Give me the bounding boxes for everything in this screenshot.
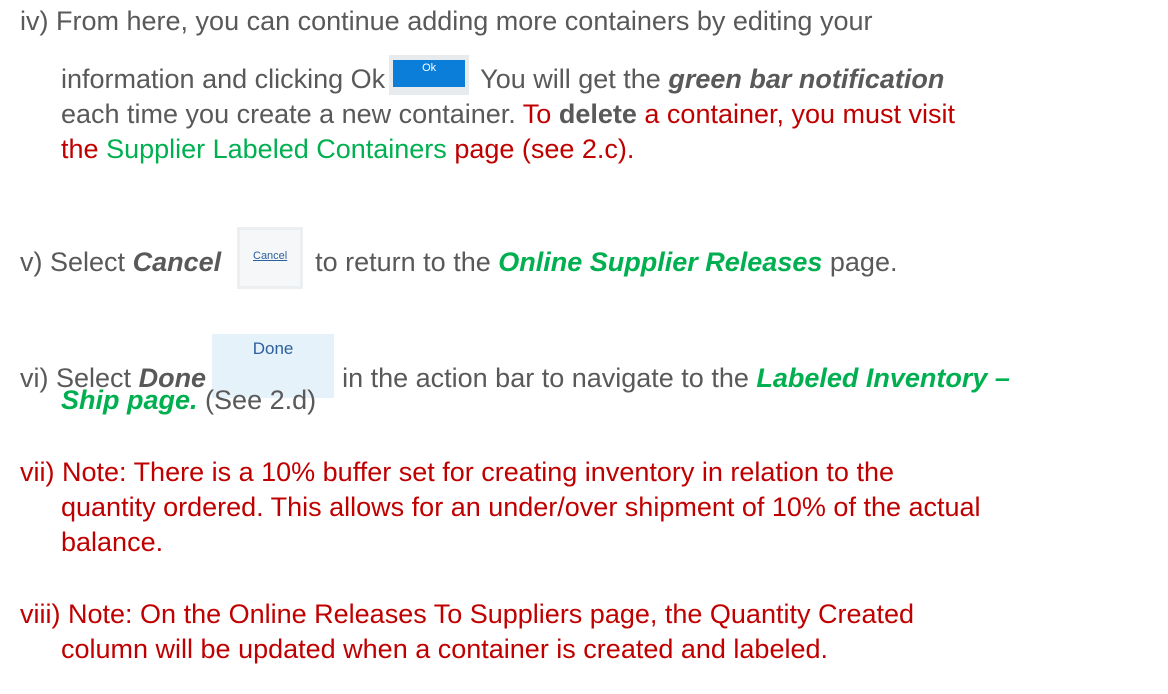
labeled-inventory-text: Labeled Inventory –: [756, 363, 1010, 394]
green-bar-notification-text: green bar notification: [668, 64, 945, 95]
step-iv-number: iv): [20, 6, 49, 36]
step-viii-line2: column will be updated when a container …: [61, 634, 828, 664]
step-iv-line2-pre: information and clicking Ok: [61, 64, 386, 95]
step-vii-line2: quantity ordered. This allows for an und…: [61, 492, 981, 522]
step-iv-line2: information and clicking Ok Ok You will g…: [61, 55, 945, 101]
ship-page-text: Ship page.: [61, 385, 198, 415]
step-iv-line3: each time you create a new container. To…: [61, 97, 955, 131]
step-iv-delete-rest: a container, you must visit: [644, 99, 956, 129]
step-viii-line1: Note: On the Online Releases To Supplier…: [68, 599, 915, 629]
step-iv-line3-text: each time you create a new container.: [61, 99, 516, 129]
step-v-to-return: to return to the: [315, 247, 491, 278]
step-vi-in-action: in the action bar to navigate to the: [342, 363, 749, 394]
cancel-button[interactable]: Cancel: [237, 227, 304, 289]
step-vii-line1: Note: There is a 10% buffer set for crea…: [62, 457, 894, 487]
step-iv-the: the: [61, 134, 99, 164]
step-vii: vii) Note: There is a 10% buffer set for…: [20, 455, 894, 489]
step-vi-see: (See 2.d): [205, 385, 317, 415]
step-v: v) Select Cancel Cancel to return to the O…: [20, 227, 898, 295]
step-vii-line3: balance.: [61, 527, 164, 557]
cancel-word: Cancel: [132, 247, 222, 278]
step-vii-number: vii): [20, 457, 55, 487]
delete-emphasis: delete: [558, 99, 637, 129]
step-vi-line2: Ship page. (See 2.d): [61, 383, 316, 417]
step-viii-number: viii): [20, 599, 61, 629]
supplier-labeled-containers-link: Supplier Labeled Containers: [106, 134, 447, 164]
step-iv-to: To: [522, 99, 552, 129]
step-viii: viii) Note: On the Online Releases To Su…: [20, 597, 914, 631]
online-supplier-releases-text: Online Supplier Releases: [498, 247, 823, 278]
ok-button[interactable]: Ok: [389, 55, 470, 95]
step-iv-line4: the Supplier Labeled Containers page (se…: [61, 132, 634, 166]
step-iv: iv) From here, you can continue adding m…: [20, 4, 872, 38]
done-button-label: Done: [252, 339, 294, 358]
step-iv-line2-post: You will get the: [480, 64, 661, 95]
step-v-select: Select: [50, 247, 126, 278]
step-v-page: page.: [829, 247, 898, 278]
cancel-button-label: Cancel: [240, 230, 301, 286]
step-vi-number: vi): [20, 363, 49, 394]
step-iv-page-see: page (see 2.c).: [454, 134, 635, 164]
step-v-number: v): [20, 247, 43, 278]
ok-button-label: Ok: [393, 60, 466, 87]
step-iv-line1: From here, you can continue adding more …: [56, 6, 873, 36]
